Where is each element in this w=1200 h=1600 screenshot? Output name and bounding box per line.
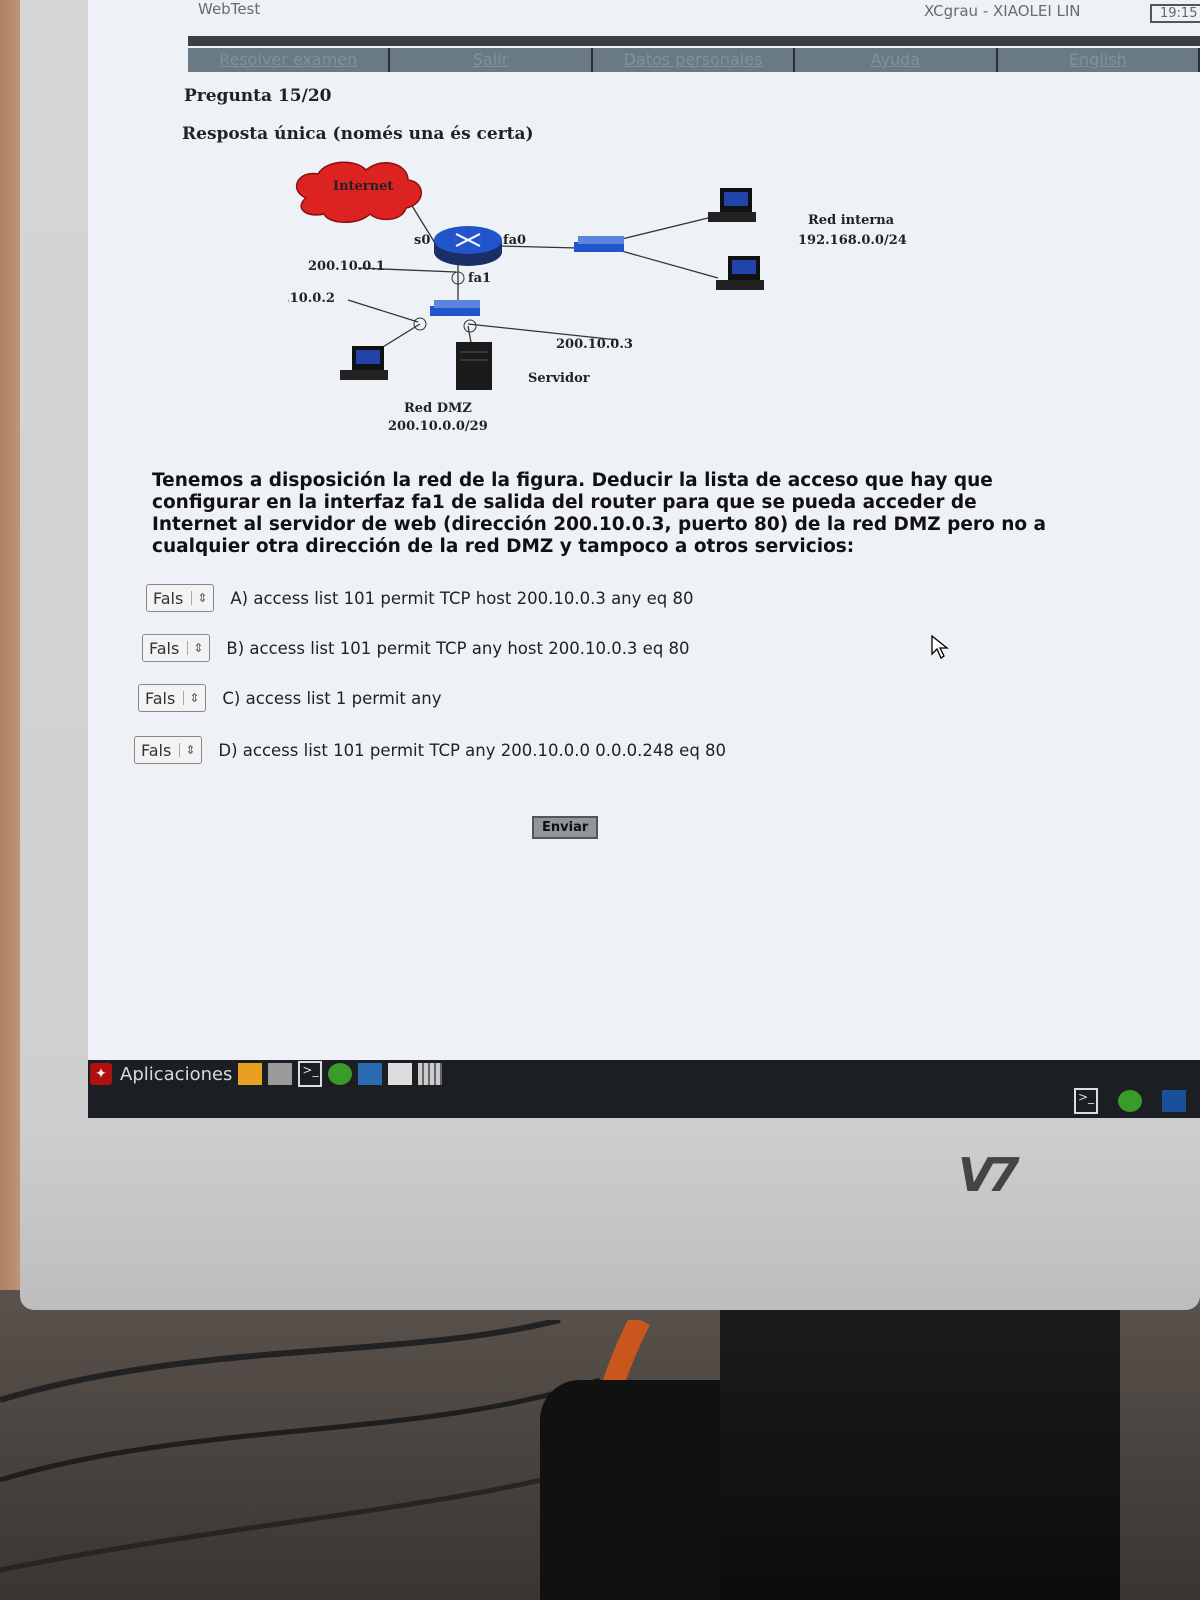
- network-links: [347, 195, 719, 351]
- system-tray: >_: [1068, 1088, 1186, 1114]
- mouse-cursor-icon: [931, 634, 949, 659]
- workspace-1-icon[interactable]: [238, 1063, 263, 1085]
- router-icon: [434, 226, 502, 266]
- menu-ayuda[interactable]: Ayuda: [795, 48, 998, 72]
- user-info: XCgrau - XIAOLEI LIN: [924, 2, 1081, 20]
- question-type: Resposta única (només una és certa): [182, 124, 534, 144]
- select-arrows-icon: ⇕: [183, 691, 199, 705]
- option-c-select[interactable]: Fals ⇕: [138, 684, 207, 712]
- option-a-select[interactable]: Fals ⇕: [146, 584, 215, 612]
- option-c: Fals ⇕ C) access list 1 permit any: [138, 684, 441, 712]
- ip3-label: 200.10.0.3: [556, 337, 633, 352]
- monitor-brand-logo: V7: [958, 1148, 1020, 1202]
- fa1-label: fa1: [468, 271, 491, 286]
- internal-net-address: 192.168.0.0/24: [798, 233, 907, 248]
- submit-button[interactable]: Enviar: [532, 816, 599, 839]
- port-marker-right: [463, 319, 477, 333]
- browser-icon[interactable]: [358, 1063, 383, 1085]
- monitor-stand: [720, 1290, 1120, 1600]
- screen: WebTest XCgrau - XIAOLEI LIN 19:15 Resol…: [88, 0, 1200, 1118]
- workspace-2-icon[interactable]: [268, 1063, 293, 1085]
- menu-resolver-examen[interactable]: Resolver examen: [188, 48, 391, 72]
- xfce-logo-icon: ✦: [90, 1063, 112, 1085]
- server-icon: [456, 342, 492, 390]
- leaf-app-icon[interactable]: [328, 1063, 353, 1085]
- dmz-switch-icon: [430, 300, 480, 316]
- dmz-name: Red DMZ: [404, 401, 472, 416]
- clock: 19:15: [1150, 4, 1200, 23]
- option-d-select[interactable]: Fals ⇕: [134, 736, 203, 764]
- internal-net-name: Red interna: [808, 213, 895, 228]
- select-arrows-icon: ⇕: [179, 743, 195, 757]
- option-d-label: D) access list 101 permit TCP any 200.10…: [218, 740, 727, 760]
- tray-leaf-icon[interactable]: [1118, 1090, 1142, 1112]
- select-arrows-icon: ⇕: [187, 641, 203, 655]
- server-label: Servidor: [528, 371, 590, 386]
- menu-datos-personales[interactable]: Datos personales: [593, 48, 796, 72]
- option-d: Fals ⇕ D) access list 101 permit TCP any …: [134, 736, 726, 764]
- taskbar: ✦ Aplicaciones >_ >_: [88, 1060, 1200, 1118]
- internal-pc-1-icon: [708, 188, 756, 222]
- question-text: Tenemos a disposición la red de la figur…: [152, 470, 1047, 557]
- app-header: WebTest XCgrau - XIAOLEI LIN 19:15: [188, 0, 1200, 34]
- fa0-label: fa0: [503, 233, 526, 248]
- terminal-icon[interactable]: >_: [298, 1061, 323, 1087]
- text-editor-icon[interactable]: [388, 1063, 413, 1085]
- main-menu: Resolver examen Salir Datos personales A…: [188, 48, 1200, 72]
- option-c-label: C) access list 1 permit any: [222, 688, 442, 708]
- dmz-address: 200.10.0.0/29: [388, 419, 488, 434]
- menu-english[interactable]: English: [998, 48, 1200, 72]
- option-a-label: A) access list 101 permit TCP host 200.1…: [230, 588, 694, 608]
- option-b-select[interactable]: Fals ⇕: [142, 634, 211, 662]
- dmz-pc-icon: [340, 346, 388, 380]
- ip2-label: 200.10.0.2: [288, 291, 335, 306]
- menu-salir[interactable]: Salir: [390, 48, 593, 72]
- internal-switch-icon: [574, 236, 624, 252]
- ip1-label: 200.10.0.1: [308, 259, 385, 274]
- internal-pc-2-icon: [716, 256, 764, 290]
- s0-label: s0: [414, 233, 430, 248]
- app-name: WebTest: [198, 0, 261, 18]
- select-arrows-icon: ⇕: [191, 591, 207, 605]
- question-number: Pregunta 15/20: [184, 86, 332, 106]
- internet-label: Internet: [333, 179, 393, 194]
- network-diagram: Internet s0 fa0 fa1 200.10.0.1 200.10.0.…: [288, 161, 907, 434]
- tray-save-icon[interactable]: [1162, 1090, 1186, 1112]
- option-a: Fals ⇕ A) access list 101 permit TCP host…: [146, 584, 694, 612]
- tray-terminal-icon[interactable]: >_: [1074, 1088, 1098, 1114]
- calculator-icon[interactable]: [418, 1063, 443, 1085]
- taskbar-launchers: ✦ Aplicaciones >_: [88, 1060, 1200, 1088]
- option-b: Fals ⇕ B) access list 101 permit TCP any …: [142, 634, 690, 662]
- option-b-label: B) access list 101 permit TCP any host 2…: [226, 638, 690, 658]
- applications-menu-button[interactable]: ✦ Aplicaciones: [90, 1063, 232, 1085]
- header-rule: [188, 36, 1200, 46]
- applications-label: Aplicaciones: [120, 1063, 233, 1085]
